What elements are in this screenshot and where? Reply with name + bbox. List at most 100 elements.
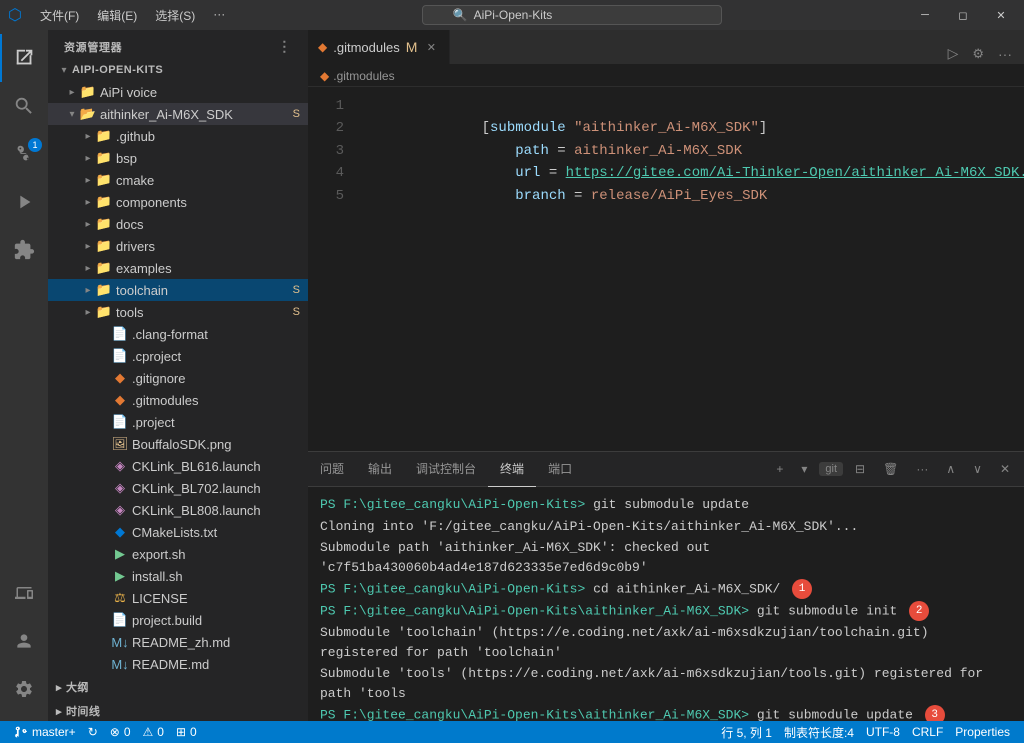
more-icon[interactable]: ···: [910, 460, 934, 478]
expanded-arrow: ▾: [64, 106, 80, 122]
tree-item-bsp[interactable]: ▸ 📁 bsp: [48, 147, 308, 169]
new-terminal-button[interactable]: +: [770, 460, 789, 478]
tree-item-gitignore[interactable]: ▸ ◆ .gitignore: [48, 367, 308, 389]
term-cmd: cd aithinker_Ai-M6X_SDK/: [593, 581, 780, 596]
activity-explorer[interactable]: [0, 34, 48, 82]
settings-icon: [14, 679, 34, 699]
terminal[interactable]: PS F:\gitee_cangku\AiPi-Open-Kits> git s…: [308, 487, 1024, 721]
panel-tab-debug[interactable]: 调试控制台: [404, 452, 488, 487]
code-content[interactable]: [submodule "aithinker_Ai-M6X_SDK"] path …: [356, 87, 1024, 451]
main-layout: 1 资源管理器 ⋮: [0, 30, 1024, 721]
explorer-icon: [14, 47, 36, 69]
term-line-5: PS F:\gitee_cangku\AiPi-Open-Kits\aithin…: [320, 601, 1012, 621]
tree-label-readme-zh: README_zh.md: [132, 635, 300, 650]
activity-settings[interactable]: [0, 665, 48, 713]
status-branch[interactable]: master+: [8, 721, 82, 743]
close-panel-button[interactable]: ✕: [994, 460, 1016, 478]
tab-close-button[interactable]: ✕: [423, 39, 439, 55]
menu-more[interactable]: ···: [205, 5, 233, 26]
tree-item-launch702[interactable]: ▸ ◈ CKLink_BL702.launch: [48, 477, 308, 499]
tree-item-cmakelists[interactable]: ▸ ◆ CMakeLists.txt: [48, 521, 308, 543]
status-language[interactable]: Properties: [949, 721, 1016, 743]
tree-item-gitmodules[interactable]: ▸ ◆ .gitmodules: [48, 389, 308, 411]
debug-action[interactable]: ⚙: [968, 44, 988, 64]
tree-item-aipi-voice[interactable]: ▸ 📁 AiPi voice: [48, 81, 308, 103]
tree-item-sdk[interactable]: ▾ 📂 aithinker_Ai-M6X_SDK S: [48, 103, 308, 125]
tree-item-cmake[interactable]: ▸ 📁 cmake: [48, 169, 308, 191]
status-sync[interactable]: ↻: [82, 721, 104, 743]
badge-2: 2: [909, 601, 929, 621]
section-timeline[interactable]: ▸ 时间线: [48, 699, 308, 721]
split-icon[interactable]: ⊟: [849, 460, 871, 478]
status-errors[interactable]: ⊗ 0: [104, 721, 137, 743]
tree-item-drivers[interactable]: ▸ 📁 drivers: [48, 235, 308, 257]
tree-item-readme[interactable]: ▸ M↓ README.md: [48, 653, 308, 675]
activity-extensions[interactable]: [0, 226, 48, 274]
tree-item-license[interactable]: ▸ ⚖ LICENSE: [48, 587, 308, 609]
tree-item-project[interactable]: ▸ 📄 .project: [48, 411, 308, 433]
trash-icon[interactable]: 🗑: [877, 460, 904, 478]
tree-item-cproject[interactable]: ▸ 📄 .cproject: [48, 345, 308, 367]
tree-item-install[interactable]: ▸ ▶ install.sh: [48, 565, 308, 587]
panel-tab-issues[interactable]: 问题: [308, 452, 356, 487]
run-action[interactable]: ▷: [944, 43, 963, 64]
activity-source-control[interactable]: 1: [0, 130, 48, 178]
minimize-button[interactable]: ─: [910, 5, 940, 25]
panel-tab-output[interactable]: 输出: [356, 452, 404, 487]
split-terminal-button[interactable]: ▾: [795, 460, 813, 478]
more-action[interactable]: ···: [994, 44, 1016, 64]
new-file-icon[interactable]: ⋮: [277, 38, 292, 55]
branch-icon: [14, 725, 28, 739]
badge-3: 3: [925, 705, 945, 721]
tree-item-docs[interactable]: ▸ 📁 docs: [48, 213, 308, 235]
titlebar-controls: ─ ◻ ✕: [910, 5, 1016, 25]
search-box[interactable]: 🔍 AiPi-Open-Kits: [422, 5, 722, 25]
tree-item-components[interactable]: ▸ 📁 components: [48, 191, 308, 213]
status-warnings[interactable]: ⚠ 0: [137, 721, 170, 743]
tree-item-png[interactable]: ▸ 🖼 BouffaloSDK.png: [48, 433, 308, 455]
tree-item-toolchain[interactable]: ▸ 📁 toolchain S: [48, 279, 308, 301]
activity-remote[interactable]: [0, 569, 48, 617]
panel-tab-terminal[interactable]: 终端: [488, 452, 536, 487]
tree-label-export: export.sh: [132, 547, 300, 562]
status-encoding[interactable]: UTF-8: [860, 721, 906, 743]
tree-item-launch616[interactable]: ▸ ◈ CKLink_BL616.launch: [48, 455, 308, 477]
tree-item-clang[interactable]: ▸ 📄 .clang-format: [48, 323, 308, 345]
activity-account[interactable]: [0, 617, 48, 665]
collapse-icon[interactable]: ∧: [940, 460, 961, 478]
term-line-8: PS F:\gitee_cangku\AiPi-Open-Kits\aithin…: [320, 705, 1012, 721]
close-button[interactable]: ✕: [986, 5, 1016, 25]
status-indent[interactable]: 制表符长度:4: [778, 721, 860, 743]
status-position[interactable]: 行 5, 列 1: [715, 721, 778, 743]
editor-area: ◆ .gitmodules M ✕ ▷ ⚙ ··· ◆ .gitmodules …: [308, 30, 1024, 721]
status-info[interactable]: ⊞ 0: [170, 721, 203, 743]
tree-root[interactable]: ▾ AIPI-OPEN-KITS: [48, 59, 308, 81]
tab-gitmodules[interactable]: ◆ .gitmodules M ✕: [308, 30, 450, 64]
tab-label: .gitmodules: [333, 40, 399, 55]
tree-item-tools[interactable]: ▸ 📁 tools S: [48, 301, 308, 323]
activity-search[interactable]: [0, 82, 48, 130]
tree-item-examples[interactable]: ▸ 📁 examples: [48, 257, 308, 279]
image-icon: 🖼: [112, 436, 128, 452]
tree-item-readme-zh[interactable]: ▸ M↓ README_zh.md: [48, 631, 308, 653]
tree-item-project-build[interactable]: ▸ 📄 project.build: [48, 609, 308, 631]
menu-select[interactable]: 选择(S): [147, 5, 203, 26]
titlebar-search: 🔍 AiPi-Open-Kits: [239, 5, 904, 25]
eol-text: CRLF: [912, 725, 943, 739]
tree-item-launch808[interactable]: ▸ ◈ CKLink_BL808.launch: [48, 499, 308, 521]
menu-file[interactable]: 文件(F): [32, 5, 87, 26]
tree-label-launch616: CKLink_BL616.launch: [132, 459, 300, 474]
section-outline[interactable]: ▸ 大纲: [48, 675, 308, 699]
status-eol[interactable]: CRLF: [906, 721, 949, 743]
tree-label-clang: .clang-format: [132, 327, 300, 342]
line-numbers: 1 2 3 4 5: [308, 87, 356, 451]
tree-item-github[interactable]: ▸ 📁 .github: [48, 125, 308, 147]
collapsed-arrow: ▸: [64, 84, 80, 100]
search-icon: 🔍: [453, 8, 468, 22]
expand-icon[interactable]: ∨: [967, 460, 988, 478]
activity-run[interactable]: [0, 178, 48, 226]
menu-edit[interactable]: 编辑(E): [89, 5, 145, 26]
panel-tab-ports[interactable]: 端口: [536, 452, 584, 487]
maximize-button[interactable]: ◻: [948, 5, 978, 25]
tree-item-export[interactable]: ▸ ▶ export.sh: [48, 543, 308, 565]
